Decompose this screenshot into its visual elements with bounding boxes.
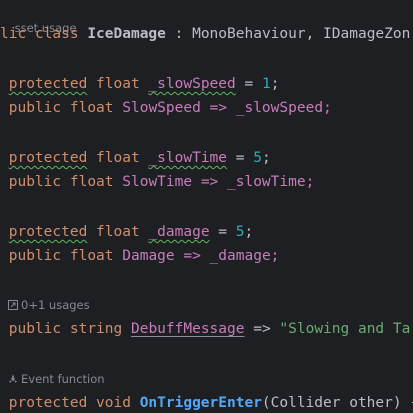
kw-float: float (69, 174, 114, 190)
kw-float: float (96, 76, 140, 92)
on-trigger-enter-line[interactable]: protected void OnTriggerEnter(Collider o… (0, 393, 413, 413)
assign-op: = (227, 150, 254, 166)
kw-float: float (69, 100, 114, 116)
event-function-text[interactable]: Event function (21, 372, 105, 386)
kw-public: public (8, 321, 62, 337)
property-body: => _slowSpeed; (200, 100, 332, 116)
damage-field-line[interactable]: protected float _damage = 5; (0, 222, 253, 242)
method-params: (Collider other) { (261, 395, 413, 411)
debuff-string-value: "Slowing and Ta (279, 321, 411, 337)
usages-hint[interactable]: 0+1 usages (0, 297, 90, 313)
kw-void: void (96, 395, 131, 411)
kw-float: float (69, 248, 114, 264)
method-name-on-trigger-enter[interactable]: OnTriggerEnter (140, 395, 262, 411)
property-name-debuff-message[interactable]: DebuffMessage (131, 321, 245, 337)
base-types: : MonoBehaviour, IDamageZon (174, 26, 411, 42)
property-name-damage[interactable]: Damage (122, 248, 174, 264)
semicolon: ; (244, 224, 254, 240)
semicolon: ; (270, 76, 280, 92)
kw-float: float (96, 150, 140, 166)
value-slow-time: 5 (253, 150, 262, 166)
assign-op: = (235, 76, 262, 92)
usages-text[interactable]: 0+1 usages (21, 298, 90, 312)
external-link-icon (8, 300, 18, 310)
slow-time-property-line[interactable]: public float SlowTime => _slowTime; (0, 172, 315, 192)
code-editor[interactable]: sset usage lic class IceDamage : MonoBeh… (0, 0, 413, 413)
slow-speed-property-line[interactable]: public float SlowSpeed => _slowSpeed; (0, 98, 332, 118)
kw-protected: protected (8, 150, 88, 166)
property-body: => _slowTime; (192, 174, 315, 190)
event-function-hint[interactable]: Event function (0, 371, 105, 387)
property-body: => _damage; (174, 248, 280, 264)
kw-protected: protected (8, 224, 88, 240)
slow-speed-field-line[interactable]: protected float _slowSpeed = 1; (0, 74, 280, 94)
assign-op: = (209, 224, 236, 240)
kw-string: string (69, 321, 123, 337)
kw-class: class (34, 26, 79, 42)
damage-property-line[interactable]: public float Damage => _damage; (0, 246, 280, 266)
field-name-damage[interactable]: _damage (148, 224, 209, 240)
slow-time-field-line[interactable]: protected float _slowTime = 5; (0, 148, 271, 168)
field-name-slow-time[interactable]: _slowTime (148, 150, 227, 166)
unity-event-icon (8, 374, 18, 384)
kw-float: float (96, 224, 140, 240)
field-name-slow-speed[interactable]: _slowSpeed (148, 76, 235, 92)
value-slow-speed: 1 (261, 76, 271, 92)
kw-public: public (8, 174, 62, 190)
kw-public-partial: lic (0, 26, 27, 42)
class-declaration-line[interactable]: lic class IceDamage : MonoBehaviour, IDa… (0, 24, 410, 44)
arrow-op: => (244, 321, 280, 337)
property-name-slow-speed[interactable]: SlowSpeed (122, 100, 201, 116)
debuff-property-line[interactable]: public string DebuffMessage => "Slowing … (0, 319, 411, 339)
semicolon: ; (261, 150, 271, 166)
kw-protected: protected (8, 395, 88, 411)
kw-protected: protected (8, 76, 88, 92)
asset-usage-hint[interactable]: sset usage (0, 4, 77, 35)
kw-public: public (8, 248, 62, 264)
class-name[interactable]: IceDamage (87, 26, 166, 42)
kw-public: public (8, 100, 62, 116)
property-name-slow-time[interactable]: SlowTime (122, 174, 192, 190)
